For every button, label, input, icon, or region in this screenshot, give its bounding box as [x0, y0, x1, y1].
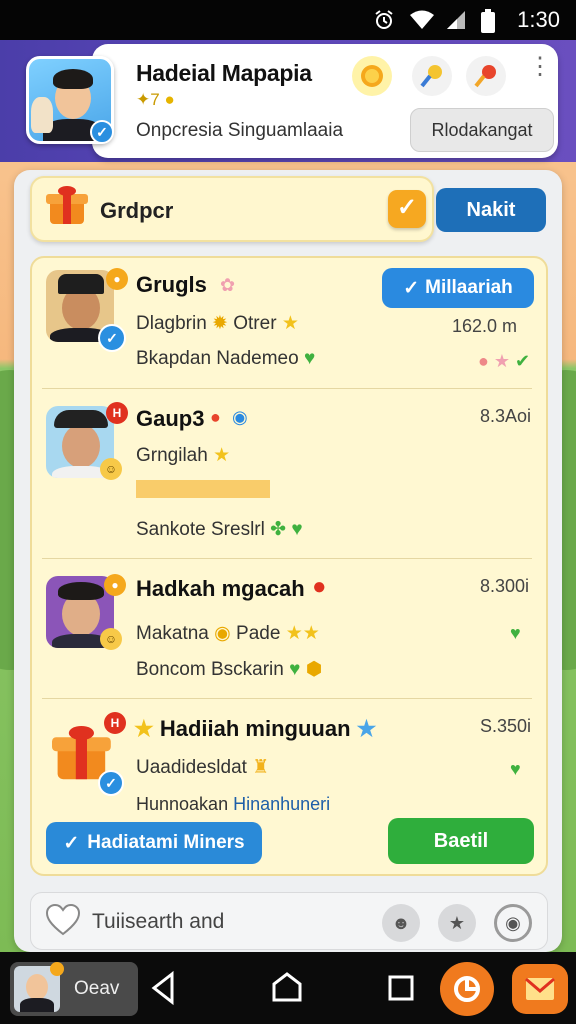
- laugh-emoji-icon: ☺: [100, 458, 122, 480]
- heart-icon: ♥: [510, 759, 521, 779]
- status-time: 1:30: [517, 7, 560, 32]
- signal-icon: [445, 9, 467, 31]
- recents-icon[interactable]: [386, 970, 420, 1006]
- location-pin-icon[interactable]: [466, 56, 506, 96]
- group-bar: [30, 176, 434, 242]
- battery-icon: [481, 9, 503, 33]
- row-line1: Makatna ◉ Pade ★★: [136, 623, 320, 644]
- check-icon: ✓: [403, 277, 420, 299]
- tag-button[interactable]: ✓ Millaariah: [382, 268, 534, 308]
- send-button[interactable]: Baetil: [388, 818, 534, 864]
- badge-icon: H: [104, 712, 126, 734]
- profile-subtitle: Onpcresia Singuamlaaia: [136, 120, 344, 141]
- row-line2: Hunnoakan Hinanhuneri: [136, 794, 331, 814]
- heart-icon: ♥: [291, 519, 303, 540]
- coin-icon: ◉: [214, 623, 231, 644]
- row-line1: Dlagbrin ✹ Otrer ★: [136, 313, 299, 334]
- level-indicator: ✦7 ●: [136, 90, 175, 109]
- star-icon: ✦: [136, 90, 151, 109]
- target-icon[interactable]: ◉: [494, 904, 532, 942]
- divider: [42, 388, 532, 389]
- coin-small-icon: ●: [164, 90, 175, 109]
- key-icon[interactable]: [412, 56, 452, 96]
- heart-icon: ♥: [303, 348, 316, 369]
- home-icon[interactable]: [270, 970, 304, 1006]
- star-icon: ★: [281, 313, 299, 334]
- row-distance: 8.3Aoi: [480, 406, 532, 426]
- row-distance: 8.300i: [480, 576, 530, 596]
- row-title: Grugls: [136, 272, 207, 297]
- row-line2: Boncom Bsckarin ♥ ⬢: [136, 659, 323, 680]
- star-icon: ★: [134, 716, 154, 741]
- heart-icon: ♥: [289, 659, 301, 680]
- flower-icon: ✿: [220, 275, 236, 295]
- group-label: Grdpcr: [100, 198, 174, 223]
- coin-icon[interactable]: [352, 56, 392, 96]
- row-title: Hadkah mgacah: [136, 576, 305, 601]
- header-action-button[interactable]: Rlodakangat: [410, 108, 554, 152]
- row-line2: Bkapdan Nademeo ♥: [136, 348, 316, 369]
- back-icon[interactable]: [148, 970, 182, 1006]
- star-icon: ★: [213, 445, 231, 466]
- verified-badge-icon: ✓: [98, 324, 126, 352]
- row-title: ★ Hadiiah minguuan ★: [134, 716, 377, 741]
- shield-icon: ⬢: [305, 659, 323, 680]
- row-title: Gaup3: [136, 406, 205, 431]
- check-toggle-icon[interactable]: ✓: [388, 190, 426, 228]
- mail-icon[interactable]: [512, 964, 568, 1014]
- row-line1: Grngilah ★: [136, 445, 231, 466]
- star-icon: ★: [356, 716, 377, 741]
- record-icon: ●: [312, 573, 327, 600]
- check-icon: ✓: [63, 832, 80, 854]
- badge-icon: H: [106, 402, 128, 424]
- row-distance: S.350i: [480, 716, 532, 736]
- heart-outline-icon[interactable]: [45, 903, 81, 941]
- verified-badge-icon: ✓: [98, 770, 124, 796]
- claim-button[interactable]: ✓ Hadiatami Miners: [46, 822, 262, 864]
- row-distance: 162.0 m: [452, 316, 518, 336]
- laugh-emoji-icon: ☺: [100, 628, 122, 650]
- alarm-icon: [373, 9, 395, 31]
- divider: [42, 698, 532, 699]
- row-line2: Sankote Sreslrl ✤ ♥: [136, 519, 303, 540]
- more-vertical-icon[interactable]: ⋮: [528, 55, 552, 79]
- coin-badge-icon: ●: [104, 574, 126, 596]
- emoji-icon[interactable]: ☻: [382, 904, 420, 942]
- star-icon[interactable]: ★: [438, 904, 476, 942]
- app-label: Oeav: [74, 978, 120, 999]
- wifi-icon: [409, 9, 435, 31]
- search-input[interactable]: Tuiisearth and: [92, 910, 224, 934]
- verified-badge-icon: ✓: [90, 120, 114, 144]
- divider: [42, 558, 532, 559]
- next-button[interactable]: Nakit: [436, 188, 546, 232]
- trophy-icon: ♜: [252, 757, 270, 778]
- notification-dot-icon: [50, 962, 64, 976]
- reaction-icons: ● ★ ✔: [478, 351, 531, 371]
- orange-app-icon[interactable]: [440, 962, 494, 1016]
- globe-icon: ◉: [232, 407, 248, 427]
- heart-icon: ♥: [510, 623, 521, 643]
- status-bar: 1:30: [0, 0, 576, 40]
- star-icon: ★★: [285, 623, 320, 644]
- row-line1: Uaadidesldat ♜: [136, 757, 270, 778]
- sun-icon: ✹: [212, 313, 228, 334]
- gift-icon: [46, 186, 88, 226]
- clover-icon: ✤: [270, 519, 287, 540]
- profile-title: Hadeial Mapapia: [136, 60, 312, 86]
- progress-bar: [136, 480, 270, 498]
- coin-badge-icon: ●: [106, 268, 128, 290]
- fire-icon: ●: [210, 407, 221, 427]
